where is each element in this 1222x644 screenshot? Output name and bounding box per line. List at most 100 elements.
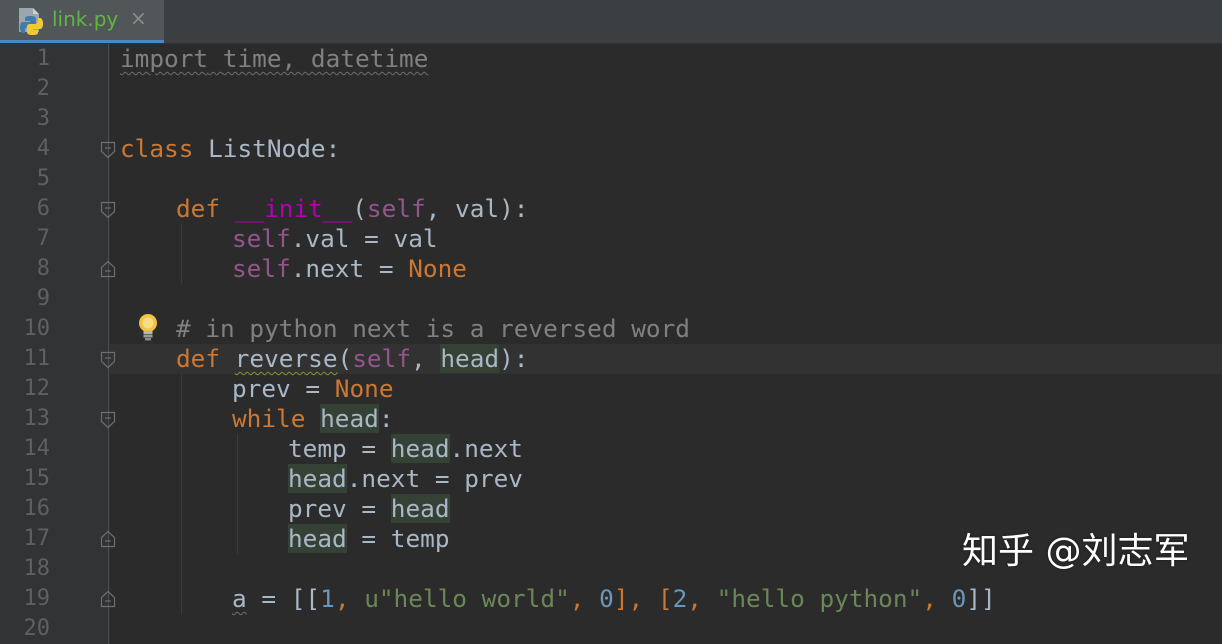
code-line-19: a = [[1, u"hello world", 0], [2, "hello … — [232, 584, 996, 614]
number: 0 — [599, 584, 614, 613]
self-param: self — [366, 194, 426, 223]
comma: , — [922, 584, 952, 613]
code-line-14: temp = head.next — [288, 434, 523, 464]
line-number: 14 — [23, 436, 51, 461]
line-number: 7 — [36, 226, 50, 251]
none-keyword: None — [408, 254, 467, 283]
fold-collapse-icon[interactable] — [100, 201, 116, 219]
code-line-8: self.next = None — [232, 254, 467, 284]
line-number: 19 — [23, 586, 51, 611]
line-number: 2 — [36, 76, 50, 101]
self-ref: self — [232, 224, 291, 253]
temp-assign: temp = — [288, 434, 391, 463]
paren-close: ): — [499, 344, 529, 373]
line-number: 6 — [36, 196, 50, 221]
number: 1 — [320, 584, 335, 613]
def-keyword: def — [176, 344, 221, 373]
code-line-10: # in python next is a reversed word — [176, 314, 690, 344]
comma: , — [687, 584, 717, 613]
none-keyword: None — [334, 374, 394, 403]
fold-collapse-icon[interactable] — [100, 141, 116, 159]
fold-collapse-icon[interactable] — [100, 351, 116, 369]
import-space — [208, 44, 223, 73]
assign-val: .val = val — [290, 224, 438, 253]
var-a: a — [232, 584, 247, 613]
code-line-16: prev = head — [288, 494, 450, 524]
line-number: 1 — [36, 46, 50, 71]
head-ref: head — [390, 434, 450, 463]
watermark: 知乎 @刘志军 — [962, 531, 1190, 572]
prev-assign: prev = — [288, 494, 391, 523]
head-ref: head — [288, 524, 347, 553]
line-number: 17 — [23, 526, 51, 551]
comma: , — [569, 584, 600, 613]
tab-close-icon[interactable]: × — [130, 6, 147, 30]
def-keyword: def — [176, 194, 221, 223]
fold-end-icon[interactable] — [100, 530, 116, 548]
import-modules: time, datetime — [222, 44, 429, 73]
paren-open: ( — [337, 344, 353, 373]
code-line-17: head = temp — [288, 524, 450, 554]
string: u"hello world" — [364, 584, 570, 613]
line-number: 15 — [23, 466, 51, 491]
reverse-method-name: reverse — [234, 344, 338, 373]
code-line-13: while head: — [232, 404, 394, 434]
paren-open: ( — [352, 194, 367, 223]
self-ref: self — [232, 254, 291, 283]
head-param: head — [440, 344, 500, 373]
editor-tab-bar: link.py × — [0, 0, 1222, 44]
indent-guide — [181, 374, 182, 614]
param-sep: , — [410, 344, 441, 373]
list-open: = [[ — [246, 584, 321, 613]
line-number: 13 — [23, 406, 51, 431]
line-number: 12 — [23, 376, 51, 401]
while-keyword: while — [232, 404, 306, 433]
fold-collapse-icon[interactable] — [100, 411, 116, 429]
code-line-11: def reverse(self, head): — [176, 344, 528, 374]
class-name: ListNode: — [193, 134, 341, 163]
lightbulb-icon[interactable] — [135, 312, 161, 342]
prev-assign: prev = — [232, 374, 335, 403]
init-method-name: __init__ — [234, 194, 353, 223]
tab-label: link.py — [52, 7, 119, 31]
code-line-15: head.next = prev — [288, 464, 523, 494]
temp-assign: = temp — [346, 524, 450, 553]
python-file-icon — [19, 8, 43, 35]
assign-next: .next = — [290, 254, 409, 283]
indent-guide — [181, 224, 182, 284]
line-number: 16 — [23, 496, 51, 521]
line-number: 10 — [23, 316, 51, 341]
import-keyword: import — [120, 44, 209, 73]
code-line-12: prev = None — [232, 374, 394, 404]
number: 0 — [951, 584, 967, 613]
indent-guide — [237, 434, 238, 554]
class-keyword: class — [120, 134, 194, 163]
head-ref: head — [320, 404, 379, 433]
self-param: self — [352, 344, 411, 373]
code-line-7: self.val = val — [232, 224, 438, 254]
comma: , — [334, 584, 365, 613]
line-number: 11 — [23, 346, 51, 371]
fold-end-icon[interactable] — [100, 260, 116, 278]
code-line-6: def __init__(self, val): — [176, 194, 528, 224]
code-line-1: import time, datetime — [120, 44, 428, 74]
line-number: 20 — [23, 616, 51, 641]
comment: # in python next is a reversed word — [176, 314, 690, 343]
line-number: 18 — [23, 556, 51, 581]
line-number: 3 — [36, 106, 50, 131]
fold-end-icon[interactable] — [100, 590, 116, 608]
line-number: 9 — [36, 286, 50, 311]
indent-guide — [108, 44, 109, 644]
number: 2 — [672, 584, 688, 613]
string: "hello python" — [716, 584, 923, 613]
next-attr: .next — [449, 434, 523, 463]
line-number: 4 — [36, 136, 50, 161]
head-ref: head — [288, 464, 347, 493]
code-line-4: class ListNode: — [120, 134, 340, 164]
line-number: 8 — [36, 256, 50, 281]
tab-link-py[interactable]: link.py × — [0, 0, 164, 43]
bracket-comma: ], [ — [613, 584, 673, 613]
